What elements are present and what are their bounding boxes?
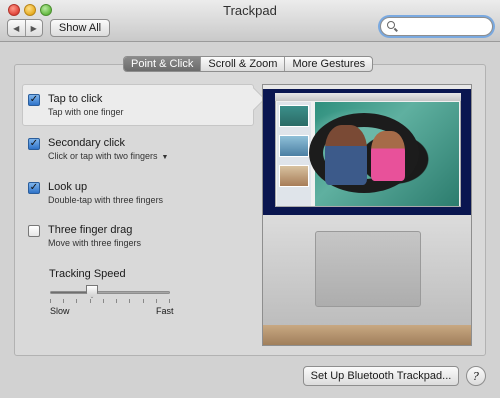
- window-title: Trackpad: [223, 3, 277, 18]
- preview-window-toolbar: [275, 93, 461, 101]
- tab-scroll-zoom[interactable]: Scroll & Zoom: [200, 57, 284, 71]
- tap-to-click-checkbox[interactable]: ✓: [28, 94, 40, 106]
- slider-tick: [76, 299, 78, 303]
- slider-tick: [89, 299, 91, 303]
- preview-thumbnail: [279, 105, 309, 127]
- secondary-click-mode-popup[interactable]: Click or tap with two fingers ▼: [48, 151, 168, 161]
- option-subtitle: Double-tap with three fingers: [48, 195, 164, 205]
- preview-trackpad: [315, 231, 421, 307]
- show-all-button[interactable]: Show All: [50, 19, 110, 37]
- slider-tick: [50, 299, 51, 303]
- three-finger-drag-checkbox[interactable]: [28, 225, 40, 237]
- preview-person: [325, 125, 367, 185]
- dropdown-arrow-icon[interactable]: ▼: [162, 154, 169, 161]
- tab-more-gestures[interactable]: More Gestures: [284, 57, 372, 71]
- secondary-click-checkbox[interactable]: ✓: [28, 138, 40, 150]
- selected-option-highlight: [22, 84, 254, 126]
- option-title: Look up: [48, 181, 88, 193]
- toolbar: Trackpad ◀ ▶ Show All: [0, 0, 500, 42]
- search-icon: [387, 21, 395, 29]
- slider-tick: [116, 299, 118, 303]
- preview-thumbnail: [279, 135, 309, 157]
- forward-arrow-icon[interactable]: ▶: [26, 20, 43, 36]
- slider-tick: [169, 299, 170, 303]
- slider-tick: [63, 299, 65, 303]
- tab-bar: Point & Click Scroll & Zoom More Gesture…: [123, 56, 374, 72]
- tracking-speed-label: Tracking Speed: [49, 268, 126, 280]
- option-subtitle: Tap with one finger: [48, 107, 124, 117]
- back-arrow-icon[interactable]: ◀: [8, 20, 26, 36]
- slider-tick: [102, 299, 104, 303]
- option-subtitle: Click or tap with two fingers: [48, 151, 158, 161]
- tracking-speed-slider[interactable]: [50, 291, 170, 294]
- slider-min-label: Slow: [50, 306, 70, 316]
- help-icon[interactable]: ?: [466, 366, 486, 386]
- option-title: Three finger drag: [48, 224, 133, 236]
- navigation-segment: ◀ ▶: [7, 19, 43, 37]
- option-subtitle: Move with three fingers: [48, 238, 142, 248]
- gesture-preview-video: [262, 84, 472, 346]
- slider-tick: [142, 299, 144, 303]
- checkmark-icon: ✓: [29, 94, 39, 105]
- preview-thumbnail: [279, 165, 309, 187]
- checkmark-icon: ✓: [29, 138, 39, 149]
- slider-max-label: Fast: [156, 306, 174, 316]
- option-title: Tap to click: [48, 93, 103, 105]
- preview-desk: [263, 325, 471, 345]
- look-up-checkbox[interactable]: ✓: [28, 182, 40, 194]
- checkmark-icon: ✓: [29, 182, 39, 193]
- option-title: Secondary click: [48, 137, 126, 149]
- slider-tick: [155, 299, 157, 303]
- search-field[interactable]: [380, 17, 493, 36]
- preview-person: [371, 131, 405, 181]
- slider-ticks: [50, 299, 170, 304]
- preview-screen: [263, 85, 471, 215]
- preview-menubar: [263, 85, 471, 89]
- tab-point-click[interactable]: Point & Click: [124, 57, 201, 71]
- set-up-bluetooth-trackpad-button[interactable]: Set Up Bluetooth Trackpad...: [303, 366, 459, 386]
- slider-tick: [129, 299, 131, 303]
